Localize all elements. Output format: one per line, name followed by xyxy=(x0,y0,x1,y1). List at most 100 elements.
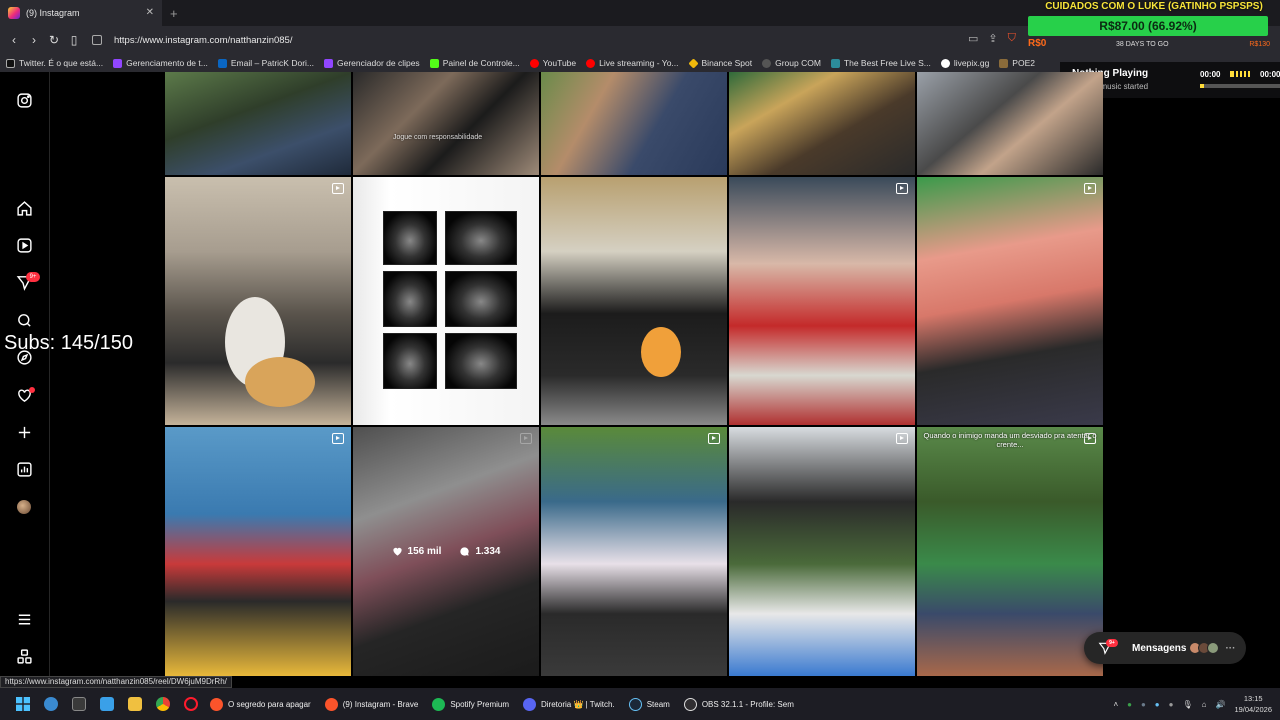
music-time-end: 00:00 xyxy=(1260,70,1280,79)
ultrasound-images xyxy=(383,211,521,393)
reels-icon[interactable] xyxy=(14,235,34,255)
twitch-logo-icon xyxy=(113,58,123,68)
group-logo-icon xyxy=(762,58,772,68)
watermark-text: Jogue com responsabilidade xyxy=(393,134,483,141)
stream-goal-widget: CUIDADOS COM O LUKE (GATINHO PSPSPS) R$8… xyxy=(1028,0,1280,52)
post-grid: Jogue com responsabilidade 156 mil 1.334… xyxy=(165,72,1105,676)
system-tray: ˄ ● ● ● ● 🎙 ⌂ 🔊 13:15 19/04/2026 xyxy=(1113,688,1280,720)
spotify-icon xyxy=(432,697,446,711)
brave-shield-icon[interactable]: ⛉ xyxy=(1008,32,1016,45)
messages-button[interactable]: 9+ Mensagens ··· xyxy=(1084,632,1246,664)
post-tile[interactable] xyxy=(541,427,727,676)
calculator-icon[interactable] xyxy=(68,693,90,715)
post-tile[interactable] xyxy=(165,177,351,425)
opera-icon[interactable] xyxy=(180,693,202,715)
menu-icon[interactable] xyxy=(14,609,34,629)
dashboard-icon[interactable] xyxy=(14,459,34,479)
back-arrow-icon[interactable]: ‹ xyxy=(4,33,24,47)
obs-icon xyxy=(683,697,697,711)
site-info-icon[interactable] xyxy=(92,35,102,45)
bookmark-twitter[interactable]: Twitter. É o que está... xyxy=(6,58,103,68)
bookmark-gerenciamento[interactable]: Gerenciamento de t... xyxy=(113,58,208,68)
tray-app-icon[interactable]: ● xyxy=(1127,700,1132,709)
post-tile[interactable] xyxy=(165,427,351,676)
tray-chevron-icon[interactable]: ˄ xyxy=(1113,700,1118,709)
windows-start-icon[interactable] xyxy=(12,693,34,715)
bookmark-live-streaming[interactable]: Live streaming - Yo... xyxy=(586,58,679,68)
discord-icon xyxy=(523,697,536,711)
folder-icon[interactable] xyxy=(124,693,146,715)
tray-steam-icon[interactable]: ● xyxy=(1155,700,1160,709)
bookmark-youtube[interactable]: YouTube xyxy=(529,58,576,68)
post-caption-overlay: Quando o inimigo manda um desviado pra a… xyxy=(923,431,1097,449)
browser-tab-instagram[interactable]: (9) Instagram ✕ xyxy=(0,0,162,26)
instagram-sidebar: 9+ xyxy=(0,72,50,676)
url-bar[interactable]: https://www.instagram.com/natthanzin085/ xyxy=(92,30,972,50)
post-tile[interactable] xyxy=(729,72,915,175)
also-from-meta-icon[interactable] xyxy=(14,646,34,666)
bookmark-icon[interactable]: ▯ xyxy=(64,33,84,47)
tray-app-icon[interactable]: ● xyxy=(1169,700,1174,709)
bookmark-clipes[interactable]: Gerenciador de clipes xyxy=(324,58,420,68)
taskbar-clock[interactable]: 13:15 19/04/2026 xyxy=(1234,693,1272,715)
post-hover-overlay: 156 mil 1.334 xyxy=(353,427,539,676)
bookmark-binance[interactable]: Binance Spot xyxy=(687,57,752,69)
bookmark-email[interactable]: Email – PatricK Dori... xyxy=(217,58,314,68)
taskbar-app-brave-1[interactable]: O segredo para apagar xyxy=(210,697,311,711)
url-text: https://www.instagram.com/natthanzin085/ xyxy=(114,34,293,46)
messages-badge: 9+ xyxy=(1106,639,1118,647)
livepix-logo-icon xyxy=(940,58,950,68)
volume-icon[interactable]: 🔊 xyxy=(1215,700,1225,709)
notepad-icon[interactable] xyxy=(96,693,118,715)
tray-app-icon[interactable]: ● xyxy=(1141,700,1146,709)
bookmark-group-com[interactable]: Group COM xyxy=(762,58,821,68)
close-tab-icon[interactable]: ✕ xyxy=(146,7,154,18)
more-dots-icon[interactable]: ··· xyxy=(1225,643,1235,654)
goal-title: CUIDADOS COM O LUKE (GATINHO PSPSPS) xyxy=(1045,1,1263,12)
post-tile[interactable] xyxy=(165,72,351,175)
share-icon[interactable]: ⇪ xyxy=(988,32,997,45)
taskbar-app-instagram[interactable]: (9) Instagram - Brave xyxy=(324,697,418,711)
profile-avatar[interactable] xyxy=(17,500,31,514)
new-tab-plus-icon[interactable]: + xyxy=(170,6,178,21)
music-progress-fill xyxy=(1200,84,1204,88)
bookmark-painel[interactable]: Painel de Controle... xyxy=(429,58,520,68)
clock-date: 19/04/2026 xyxy=(1234,705,1272,714)
taskbar-app-steam[interactable]: Steam xyxy=(628,697,670,711)
post-tile[interactable]: Quando o inimigo manda um desviado pra a… xyxy=(917,427,1103,676)
taskbar-app-spotify[interactable]: Spotify Premium xyxy=(432,697,509,711)
post-tile[interactable]: Jogue com responsabilidade xyxy=(353,72,539,175)
bookmark-poe2[interactable]: POE2 xyxy=(999,58,1035,68)
tab-title: (9) Instagram xyxy=(26,8,80,18)
post-tile[interactable] xyxy=(353,177,539,425)
globe-icon[interactable] xyxy=(40,693,62,715)
clock-time: 13:15 xyxy=(1243,694,1263,703)
reel-icon xyxy=(896,183,908,194)
youtube-logo-icon xyxy=(529,58,539,68)
post-tile[interactable] xyxy=(541,72,727,175)
tab-view-icon[interactable]: ▭ xyxy=(968,32,978,45)
goal-amount: R$87.00 (66.92%) xyxy=(1099,19,1197,33)
microphone-icon[interactable]: 🎙 xyxy=(1182,700,1192,709)
forward-arrow-icon[interactable]: › xyxy=(24,33,44,47)
search-icon[interactable] xyxy=(14,310,34,330)
taskbar-app-obs[interactable]: OBS 32.1.1 - Profile: Sem xyxy=(683,697,794,711)
create-plus-icon[interactable] xyxy=(14,422,34,442)
comments-count: 1.334 xyxy=(475,546,501,557)
instagram-logo-icon[interactable] xyxy=(14,90,34,110)
reload-icon[interactable]: ↻ xyxy=(44,33,64,47)
home-icon[interactable] xyxy=(14,198,34,218)
post-tile[interactable] xyxy=(917,72,1103,175)
post-tile[interactable] xyxy=(729,177,915,425)
post-tile[interactable]: 156 mil 1.334 xyxy=(353,427,539,676)
likes-count: 156 mil xyxy=(407,546,442,557)
post-tile[interactable] xyxy=(729,427,915,676)
chrome-icon[interactable] xyxy=(152,693,174,715)
post-tile[interactable] xyxy=(541,177,727,425)
goal-start-value: R$0 xyxy=(1028,38,1047,49)
post-tile[interactable] xyxy=(917,177,1103,425)
network-icon[interactable]: ⌂ xyxy=(1202,700,1207,709)
bookmark-livepix[interactable]: livepix.gg xyxy=(940,58,989,68)
bookmark-best-free-live[interactable]: The Best Free Live S... xyxy=(830,58,931,68)
taskbar-app-discord[interactable]: Diretoria 👑 | Twitch. xyxy=(523,697,615,711)
